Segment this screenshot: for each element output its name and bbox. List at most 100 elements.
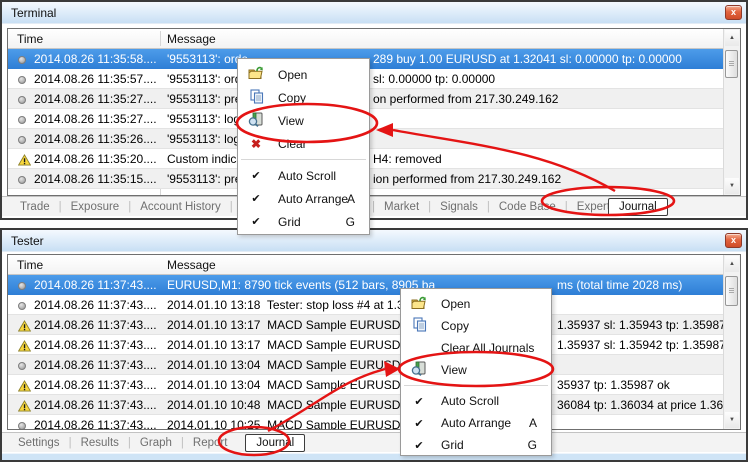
tester-tabbar: Settings| Results| Graph| Report Journal bbox=[2, 432, 746, 452]
row-message-cont: sl: 0.00000 tp: 0.00000 bbox=[373, 72, 495, 86]
warning-icon bbox=[18, 380, 31, 395]
tester-title: Tester bbox=[11, 234, 44, 248]
terminal-tabbar: Trade| Exposure| Account History| N | Ma… bbox=[2, 196, 746, 216]
check-icon: ✔ bbox=[410, 439, 428, 452]
tab-market[interactable]: Market bbox=[384, 201, 419, 213]
row-message: 2014.01.10 13:17 MACD Sample EURUSD,M1: … bbox=[167, 318, 437, 332]
message-column-header[interactable]: Message bbox=[167, 258, 216, 272]
row-time: 2014.08.26 11:37:43.... bbox=[34, 398, 157, 412]
journal-row[interactable]: 2014.08.26 11:37:43.... 2014.01.10 13:17… bbox=[8, 335, 723, 355]
tab-exposure[interactable]: Exposure bbox=[71, 201, 120, 213]
menu-item-open[interactable]: Open bbox=[238, 63, 369, 86]
status-dot-icon bbox=[18, 114, 26, 124]
status-dot-icon bbox=[18, 94, 26, 104]
row-time: 2014.08.26 11:35:15.... bbox=[34, 172, 157, 186]
check-icon: ✔ bbox=[247, 215, 265, 228]
terminal-titlebar[interactable]: Terminal x bbox=[2, 2, 746, 24]
vertical-scrollbar[interactable]: ▲ ▼ bbox=[723, 255, 740, 429]
menu-item-copy[interactable]: Copy bbox=[238, 86, 369, 109]
menu-item-view[interactable]: View bbox=[238, 109, 369, 132]
scroll-down-icon[interactable]: ▼ bbox=[725, 412, 739, 428]
open-folder-icon bbox=[247, 66, 265, 83]
time-column-header[interactable]: Time bbox=[17, 32, 43, 46]
terminal-context-menu: Open Copy View ✖ Clear ✔ Auto Scroll ✔ A… bbox=[237, 58, 370, 235]
tab-trade[interactable]: Trade bbox=[20, 201, 50, 213]
menu-item-auto-scroll[interactable]: ✔ Auto Scroll bbox=[401, 390, 551, 412]
check-icon: ✔ bbox=[410, 417, 428, 430]
menu-item-auto-arrange[interactable]: ✔ Auto Arrange A bbox=[401, 412, 551, 434]
menu-separator bbox=[404, 385, 548, 386]
tab-account-history[interactable]: Account History bbox=[140, 201, 221, 213]
scrollbar-thumb[interactable] bbox=[725, 276, 738, 306]
journal-row[interactable]: 2014.08.26 11:37:43.... 2014.01.10 13:04… bbox=[8, 375, 723, 395]
row-message: '9553113': logi bbox=[167, 132, 243, 146]
status-dot-icon bbox=[18, 420, 26, 430]
vertical-scrollbar[interactable]: ▲ ▼ bbox=[723, 29, 740, 195]
tab-journal[interactable]: Journal bbox=[245, 434, 305, 452]
row-message: EURUSD,M1: 8790 tick events (512 bars, 8… bbox=[167, 278, 435, 292]
scroll-down-icon[interactable]: ▼ bbox=[725, 178, 739, 194]
row-message-cont: H4: removed bbox=[373, 152, 442, 166]
tester-context-menu: Open Copy Clear All Journals View ✔ Auto… bbox=[400, 288, 552, 456]
tester-window: Tester x Time Message 2014.08.26 11:37:4… bbox=[0, 228, 748, 462]
menu-item-view[interactable]: View bbox=[401, 359, 551, 381]
tab-graph[interactable]: Graph bbox=[140, 437, 172, 449]
row-message: 2014.01.10 13:17 MACD Sample EURUSD,M1: … bbox=[167, 338, 437, 352]
row-message: '9553113': orde bbox=[167, 52, 248, 66]
row-time: 2014.08.26 11:35:57.... bbox=[34, 72, 157, 86]
terminal-title: Terminal bbox=[11, 6, 56, 20]
table-header: Time Message bbox=[8, 255, 723, 275]
tab-report[interactable]: Report bbox=[193, 437, 228, 449]
journal-row[interactable]: 2014.08.26 11:37:43.... 2014.01.10 13:04… bbox=[8, 355, 723, 375]
menu-item-clear-all-journals[interactable]: Clear All Journals bbox=[401, 337, 551, 359]
copy-icon bbox=[247, 89, 265, 107]
tab-journal[interactable]: Journal bbox=[608, 198, 668, 216]
row-time: 2014.08.26 11:37:43.... bbox=[34, 378, 157, 392]
tab-code-base[interactable]: Code Base bbox=[499, 201, 556, 213]
close-icon[interactable]: x bbox=[725, 5, 742, 20]
time-column-header[interactable]: Time bbox=[17, 258, 43, 272]
tester-titlebar[interactable]: Tester x bbox=[2, 230, 746, 252]
journal-row[interactable]: 2014.08.26 11:37:43.... 2014.01.10 13:18… bbox=[8, 295, 723, 315]
terminal-window: Terminal x Time Message 2014.08.26 11:35… bbox=[0, 0, 748, 220]
row-time: 2014.08.26 11:37:43.... bbox=[34, 278, 157, 292]
scroll-up-icon[interactable]: ▲ bbox=[725, 256, 739, 272]
row-message: '9553113': prev bbox=[167, 172, 247, 186]
journal-row[interactable]: 2014.08.26 11:37:43.... 2014.01.10 13:17… bbox=[8, 315, 723, 335]
row-message-cont: 36084 tp: 1.36034 at price 1.36... bbox=[557, 398, 733, 412]
menu-item-grid[interactable]: ✔ Grid G bbox=[401, 434, 551, 456]
scrollbar-thumb[interactable] bbox=[725, 50, 738, 78]
shortcut-key: A bbox=[529, 416, 537, 430]
tab-results[interactable]: Results bbox=[81, 437, 119, 449]
close-icon[interactable]: x bbox=[725, 233, 742, 248]
row-time: 2014.08.26 11:37:43.... bbox=[34, 318, 157, 332]
copy-icon bbox=[410, 317, 428, 335]
check-icon: ✔ bbox=[247, 169, 265, 182]
journal-row[interactable]: 2014.08.26 11:37:43.... EURUSD,M1: 8790 … bbox=[8, 275, 723, 295]
table-header: Time Message bbox=[8, 29, 723, 49]
row-message-cont: 35937 tp: 1.35987 ok bbox=[557, 378, 670, 392]
warning-icon bbox=[18, 400, 31, 415]
journal-row[interactable]: 2014.08.26 11:37:43.... 2014.01.10 10:48… bbox=[8, 395, 723, 415]
menu-item-clear[interactable]: ✖ Clear bbox=[238, 132, 369, 155]
warning-icon bbox=[18, 320, 31, 335]
tab-settings[interactable]: Settings bbox=[18, 437, 60, 449]
scroll-up-icon[interactable]: ▲ bbox=[725, 30, 739, 46]
menu-item-copy[interactable]: Copy bbox=[401, 315, 551, 337]
tab-signals[interactable]: Signals bbox=[440, 201, 478, 213]
message-column-header[interactable]: Message bbox=[167, 32, 216, 46]
menu-item-auto-arrange[interactable]: ✔ Auto Arrange A bbox=[238, 187, 369, 210]
check-icon: ✔ bbox=[410, 395, 428, 408]
journal-row[interactable]: 2014.08.26 11:37:43.... 2014.01.10 10:25… bbox=[8, 415, 723, 430]
row-message: 2014.01.10 13:04 MACD Sample EURUSD,M1: … bbox=[167, 358, 434, 372]
warning-icon bbox=[18, 154, 31, 169]
row-message: 2014.01.10 13:04 MACD Sample EURUSD,M1: … bbox=[167, 378, 434, 392]
menu-item-grid[interactable]: ✔ Grid G bbox=[238, 210, 369, 233]
status-dot-icon bbox=[18, 360, 26, 370]
menu-item-auto-scroll[interactable]: ✔ Auto Scroll bbox=[238, 164, 369, 187]
row-time: 2014.08.26 11:37:43.... bbox=[34, 338, 157, 352]
status-dot-icon bbox=[18, 54, 26, 64]
warning-icon bbox=[18, 340, 31, 355]
shortcut-key: G bbox=[528, 438, 537, 452]
menu-item-open[interactable]: Open bbox=[401, 293, 551, 315]
